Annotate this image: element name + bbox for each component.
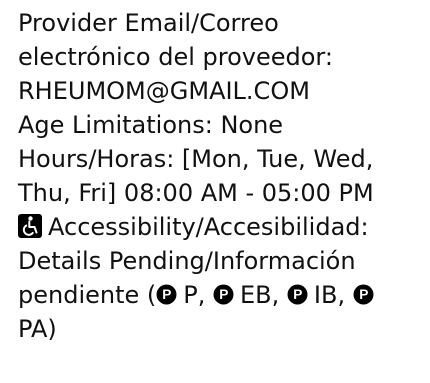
- code-pa: PA: [18, 315, 48, 343]
- age-limitations: Age Limitations: None: [18, 111, 284, 139]
- parking-p-icon: P: [156, 284, 177, 305]
- svg-text:P: P: [359, 287, 368, 302]
- svg-text:P: P: [163, 287, 172, 302]
- code-eb: EB: [240, 281, 272, 309]
- parking-p-icon: P: [287, 284, 308, 305]
- hours-line2: Thu, Fri] 08:00 AM - 05:00 PM: [18, 179, 374, 207]
- svg-text:P: P: [219, 287, 228, 302]
- code-separator: ,: [337, 281, 353, 309]
- closing-paren: ): [47, 315, 57, 343]
- provider-details: Provider Email/Correo electrónico del pr…: [18, 6, 426, 346]
- provider-email-value: RHEUMOM@GMAIL.COM: [18, 77, 310, 105]
- accessibility-heading: Accessibility/Accesibilidad:: [18, 210, 426, 244]
- accessibility-label: Accessibility/Accesibilidad:: [48, 213, 369, 241]
- accessibility-codes-end: PA): [18, 312, 426, 346]
- code-ib: IB: [313, 281, 338, 309]
- code-separator: ,: [197, 281, 214, 309]
- svg-text:P: P: [293, 287, 302, 302]
- pending-prefix: pendiente (: [18, 281, 157, 309]
- hours-line1: Hours/Horas: [Mon, Tue, Wed,: [18, 145, 374, 173]
- accessibility-details: Details Pending/Información: [18, 247, 356, 275]
- code-separator: ,: [271, 281, 287, 309]
- parking-p-icon: P: [213, 284, 234, 305]
- wheelchair-accessible-icon: [18, 214, 42, 238]
- accessibility-codes-line: pendiente ( P P, P EB, P IB, P: [18, 278, 426, 312]
- parking-p-icon: P: [353, 284, 374, 305]
- code-p: P: [183, 281, 198, 309]
- provider-email-label-line1: Provider Email/Correo: [18, 9, 279, 37]
- provider-email-label-line2: electrónico del proveedor:: [18, 43, 333, 71]
